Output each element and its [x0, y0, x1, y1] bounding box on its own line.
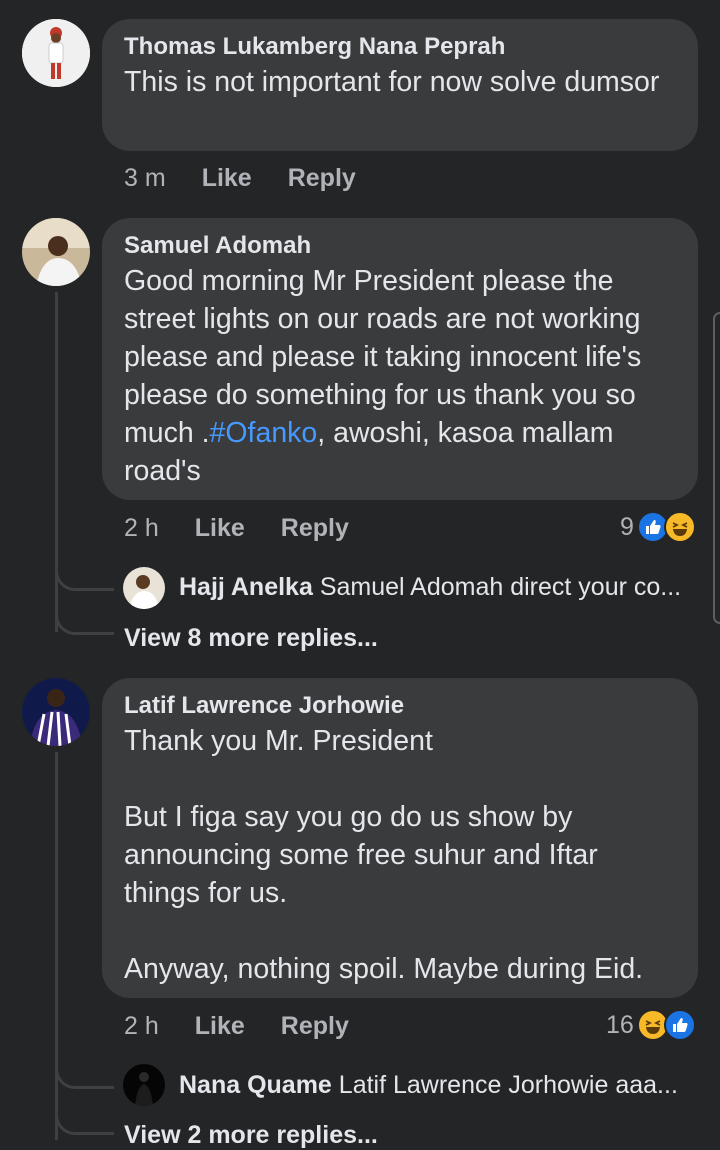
reply-text: Latif Lawrence Jorhowie aaa...	[338, 1071, 678, 1099]
like-reaction-icon	[663, 1009, 696, 1041]
reply-button[interactable]: Reply	[288, 164, 356, 193]
comment-time[interactable]: 3 m	[124, 164, 166, 193]
reaction-count: 9	[620, 512, 634, 541]
reply-connector	[55, 1098, 114, 1135]
person-photo-icon	[123, 1064, 165, 1106]
haha-reaction-icon	[663, 511, 696, 543]
reply-connector	[55, 560, 114, 591]
like-button[interactable]: Like	[195, 514, 245, 543]
reply-connector	[55, 1058, 114, 1089]
avatar-latif[interactable]	[22, 678, 90, 746]
reply-author[interactable]: Hajj Anelka	[179, 573, 313, 601]
person-photo-icon	[123, 567, 165, 609]
comment-author[interactable]: Samuel Adomah	[124, 230, 676, 262]
avatar-thomas[interactable]	[22, 19, 90, 87]
comment-time[interactable]: 2 h	[124, 1012, 159, 1041]
avatar-nana[interactable]	[123, 1064, 165, 1106]
comment-actions: 2 h Like Reply	[124, 1012, 349, 1041]
like-button[interactable]: Like	[195, 1012, 245, 1041]
reply-button[interactable]: Reply	[281, 1012, 349, 1041]
view-more-replies[interactable]: View 2 more replies...	[124, 1121, 378, 1150]
comment-actions: 3 m Like Reply	[124, 164, 356, 193]
reactions-summary[interactable]: 16	[606, 1009, 696, 1041]
comment-time[interactable]: 2 h	[124, 514, 159, 543]
like-button[interactable]: Like	[202, 164, 252, 193]
comment-bubble-latif[interactable]: Latif Lawrence Jorhowie Thank you Mr. Pr…	[102, 678, 698, 998]
hashtag-link[interactable]: #Ofanko	[210, 417, 318, 449]
person-photo-icon	[22, 19, 90, 87]
comment-author[interactable]: Thomas Lukamberg Nana Peprah	[124, 31, 676, 63]
reply-author[interactable]: Nana Quame	[179, 1071, 332, 1099]
comment-text: Good morning Mr President please the str…	[124, 262, 676, 490]
reply-preview[interactable]: Hajj Anelka Samuel Adomah direct your co…	[179, 573, 681, 602]
reply-text: Samuel Adomah direct your co...	[319, 573, 682, 601]
avatar-hajj[interactable]	[123, 567, 165, 609]
comment-actions: 2 h Like Reply	[124, 514, 349, 543]
person-photo-icon	[22, 218, 90, 286]
reply-connector	[55, 600, 114, 635]
thread-line	[55, 752, 58, 1140]
avatar-samuel[interactable]	[22, 218, 90, 286]
person-photo-icon	[22, 678, 90, 746]
comment-bubble-samuel[interactable]: Samuel Adomah Good morning Mr President …	[102, 218, 698, 500]
comment-author[interactable]: Latif Lawrence Jorhowie	[124, 690, 676, 722]
comment-text: Thank you Mr. President But I figa say y…	[124, 725, 644, 985]
scrollbar[interactable]	[713, 312, 720, 624]
comment-bubble-thomas[interactable]: Thomas Lukamberg Nana Peprah This is not…	[102, 19, 698, 151]
reply-button[interactable]: Reply	[281, 514, 349, 543]
view-more-replies[interactable]: View 8 more replies...	[124, 624, 378, 653]
reaction-count: 16	[606, 1010, 634, 1039]
reactions-summary[interactable]: 9	[620, 511, 696, 543]
comment-text: This is not important for now solve dums…	[124, 66, 660, 98]
reply-preview[interactable]: Nana Quame Latif Lawrence Jorhowie aaa..…	[179, 1071, 678, 1100]
